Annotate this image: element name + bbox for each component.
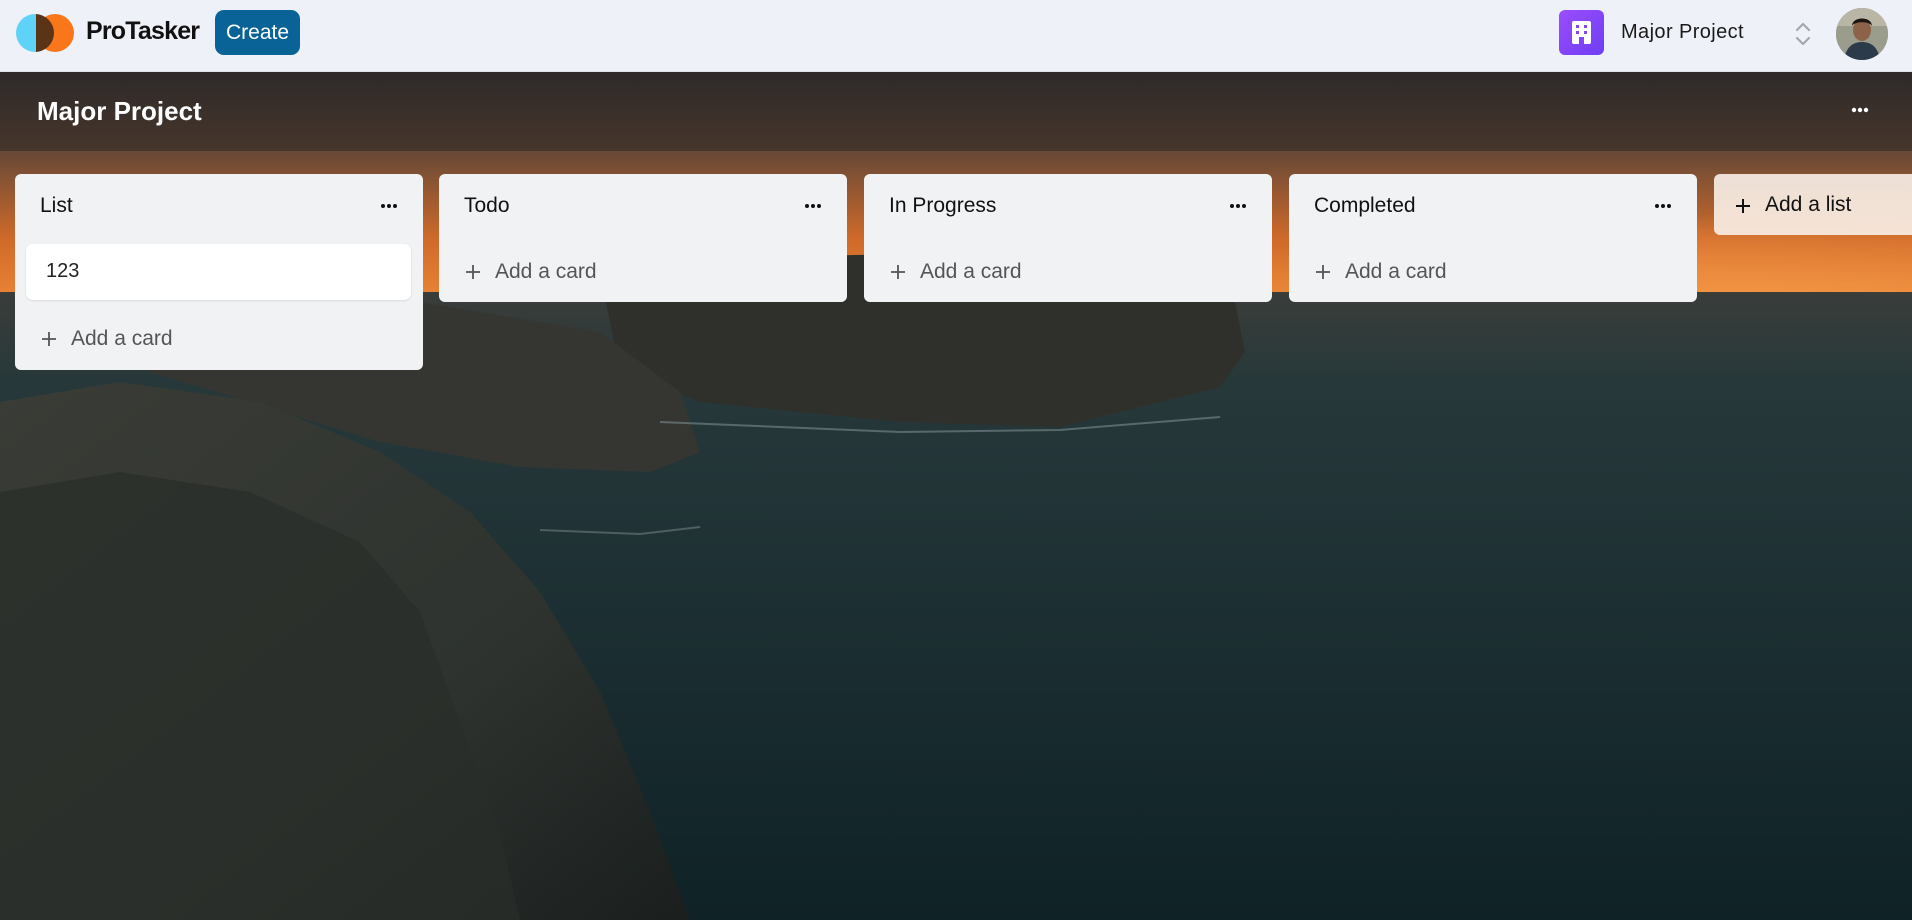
create-button[interactable]: Create xyxy=(215,10,300,55)
user-avatar[interactable] xyxy=(1836,8,1888,60)
list-column-list: List 123 Add a card xyxy=(15,174,423,370)
add-card-label: Add a card xyxy=(71,327,173,350)
list-title[interactable]: Completed xyxy=(1314,194,1416,218)
plus-icon xyxy=(42,332,56,346)
app-brand-name[interactable]: ProTasker xyxy=(86,17,200,46)
add-list-button[interactable]: Add a list xyxy=(1714,174,1912,235)
board-header: Major Project xyxy=(0,72,1912,151)
list-column-todo: Todo Add a card xyxy=(439,174,847,302)
board-menu-more-icon[interactable] xyxy=(1845,98,1875,122)
plus-icon xyxy=(1736,199,1750,213)
list-title[interactable]: List xyxy=(40,194,73,218)
plus-icon xyxy=(891,265,905,279)
protasker-logo-icon[interactable] xyxy=(16,14,74,52)
list-more-icon[interactable] xyxy=(377,196,401,216)
list-more-icon[interactable] xyxy=(1226,196,1250,216)
list-title[interactable]: In Progress xyxy=(889,194,996,218)
plus-icon xyxy=(466,265,480,279)
add-card-label: Add a card xyxy=(920,260,1022,283)
list-column-in-progress: In Progress Add a card xyxy=(864,174,1272,302)
list-more-icon[interactable] xyxy=(801,196,825,216)
workspace-name[interactable]: Major Project xyxy=(1621,21,1744,44)
add-list-label: Add a list xyxy=(1765,193,1852,216)
list-column-completed: Completed Add a card xyxy=(1289,174,1697,302)
workspace-switcher-chevrons-icon[interactable] xyxy=(1794,20,1812,53)
card-title: 123 xyxy=(46,260,80,282)
list-more-icon[interactable] xyxy=(1651,196,1675,216)
top-navbar: ProTasker Create Major Project xyxy=(0,0,1912,72)
plus-icon xyxy=(1316,265,1330,279)
card-item[interactable]: 123 xyxy=(26,244,411,300)
add-card-label: Add a card xyxy=(495,260,597,283)
workspace-building-icon[interactable] xyxy=(1559,10,1604,55)
list-title[interactable]: Todo xyxy=(464,194,510,218)
add-card-label: Add a card xyxy=(1345,260,1447,283)
board-title[interactable]: Major Project xyxy=(37,96,202,127)
